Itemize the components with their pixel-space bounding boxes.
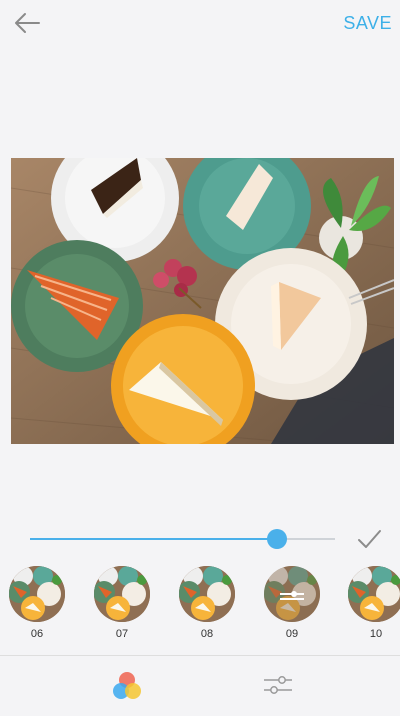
top-bar: SAVE	[0, 0, 400, 50]
filter-label: 10	[369, 628, 383, 640]
filter-thumbnail	[348, 566, 400, 622]
filter-thumbnail	[264, 566, 320, 622]
filter-thumbnail	[94, 566, 150, 622]
filter-thumbnail	[9, 566, 65, 622]
filter-10[interactable]: 10	[346, 566, 400, 644]
save-button[interactable]: SAVE	[343, 13, 392, 34]
filter-label: 09	[285, 628, 299, 640]
color-filter-icon[interactable]	[110, 670, 144, 702]
filter-07[interactable]: 07	[92, 566, 152, 644]
filter-label: 06	[30, 628, 44, 640]
intensity-slider-thumb[interactable]	[267, 529, 288, 549]
bottom-toolbar	[0, 656, 400, 716]
filter-09[interactable]: 09	[262, 566, 322, 644]
filter-label: 08	[200, 628, 214, 640]
filter-strip: 06 07 08 09 10	[0, 566, 400, 646]
intensity-slider-fill	[30, 538, 278, 540]
edited-photo	[11, 158, 394, 444]
intensity-slider-track[interactable]	[30, 529, 335, 549]
filter-08[interactable]: 08	[177, 566, 237, 644]
adjust-sliders-icon[interactable]	[262, 672, 294, 698]
arrow-left-icon[interactable]	[12, 10, 42, 36]
check-icon[interactable]	[355, 527, 383, 551]
intensity-slider-row	[0, 522, 400, 556]
filter-label: 07	[115, 628, 129, 640]
filter-thumbnail	[179, 566, 235, 622]
filter-06[interactable]: 06	[7, 566, 67, 644]
